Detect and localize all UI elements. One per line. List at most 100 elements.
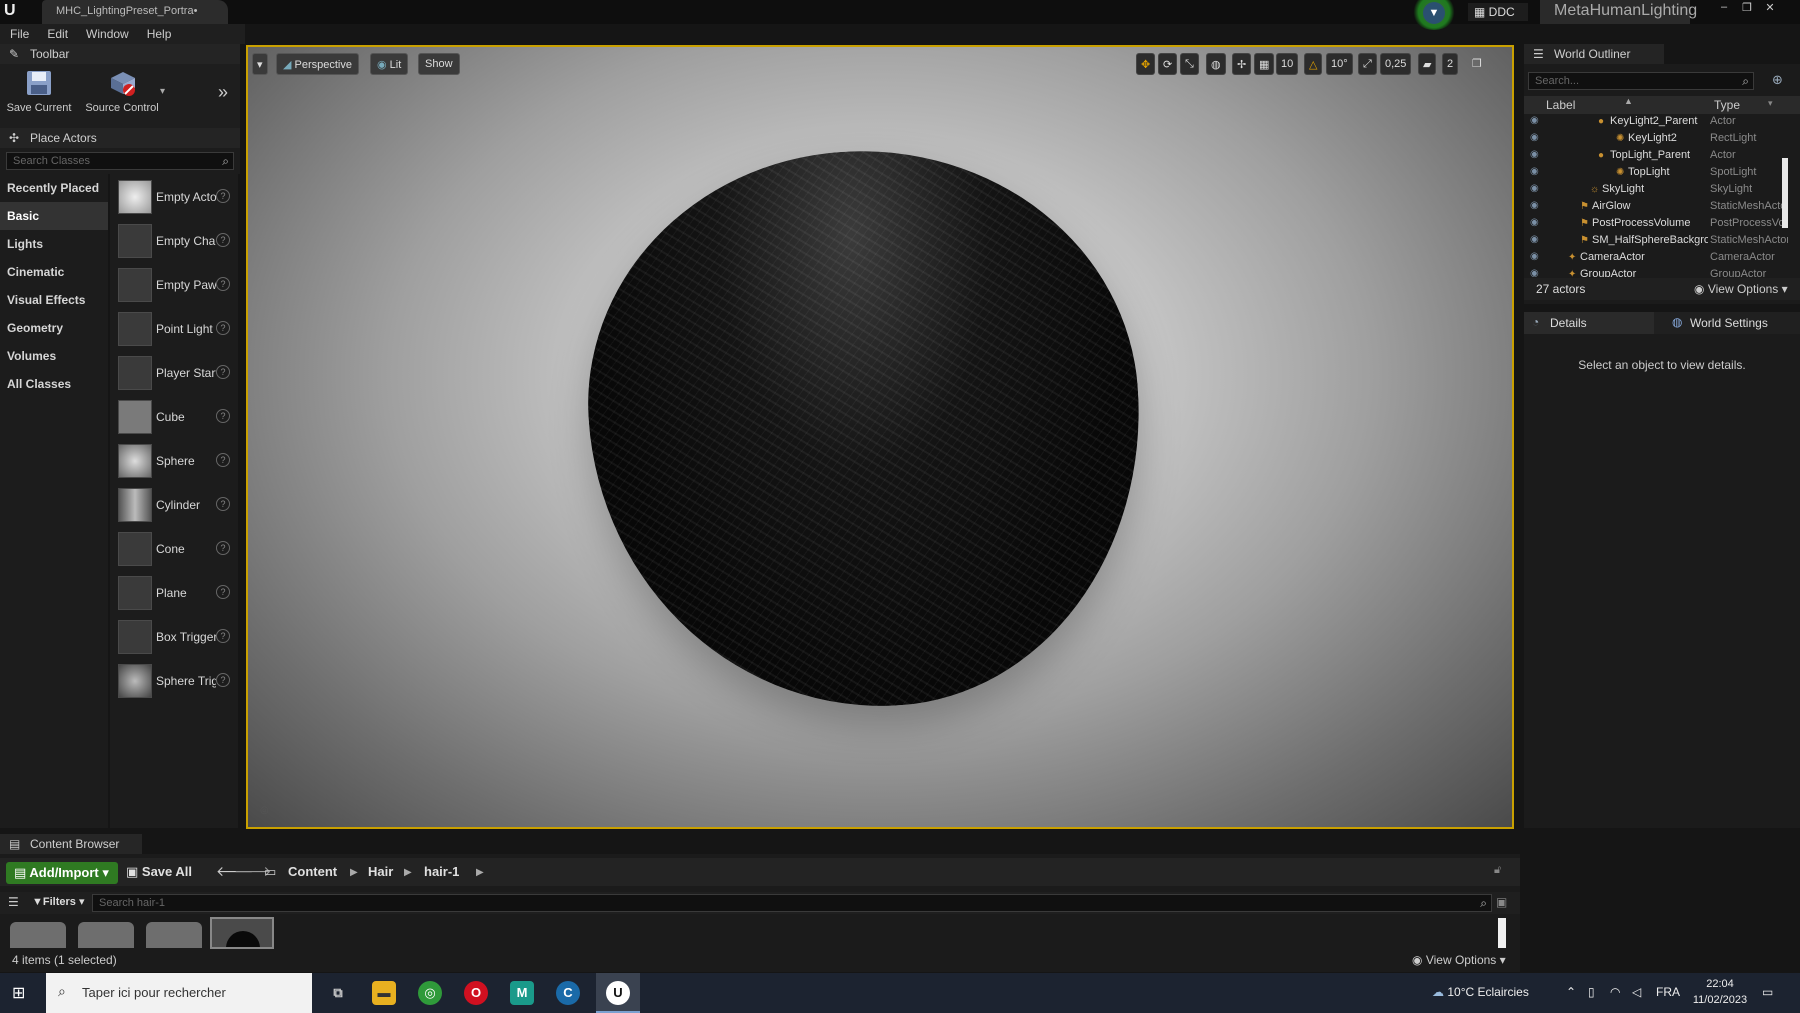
visibility-eye-icon[interactable]: ◉	[1530, 115, 1539, 126]
visibility-eye-icon[interactable]: ◉	[1530, 217, 1539, 228]
outliner-row[interactable]: ◉ ✦ CameraActor CameraActor	[1524, 250, 1794, 267]
scale-mode-icon[interactable]: ⤡	[1180, 53, 1199, 75]
category-cinematic[interactable]: Cinematic	[0, 258, 108, 286]
unreal-taskbar-active[interactable]: U	[596, 973, 640, 1013]
category-all-classes[interactable]: All Classes	[0, 370, 108, 398]
column-label[interactable]: Label	[1546, 98, 1575, 112]
help-icon[interactable]: ?	[216, 629, 230, 643]
outliner-row[interactable]: ◉ ☼ SkyLight SkyLight	[1524, 182, 1794, 199]
menu-help[interactable]: Help	[137, 24, 180, 41]
actor-item-point-light[interactable]: Point Light?	[110, 308, 238, 352]
tray-overflow-icon[interactable]: ⌃	[1566, 985, 1576, 999]
opera-icon[interactable]: O	[464, 981, 488, 1005]
outliner-row[interactable]: ◉ ✦ GroupActor GroupActor	[1524, 267, 1794, 277]
world-outliner-tab[interactable]: ☰ World Outliner	[1524, 44, 1664, 64]
visibility-eye-icon[interactable]: ◉	[1530, 268, 1539, 277]
visibility-eye-icon[interactable]: ◉	[1530, 166, 1539, 177]
actor-item-cone[interactable]: Cone?	[110, 528, 238, 572]
column-type[interactable]: Type	[1714, 98, 1740, 112]
help-icon[interactable]: ?	[216, 409, 230, 423]
sources-toggle-icon[interactable]: ☰	[8, 895, 19, 909]
tab-world-settings[interactable]: ◍ World Settings	[1664, 312, 1800, 334]
perspective-button[interactable]: ◢ Perspective	[276, 53, 359, 75]
help-icon[interactable]: ?	[216, 233, 230, 247]
outliner-row[interactable]: ◉ ⚑ AirGlow StaticMeshActor	[1524, 199, 1794, 216]
category-visual-effects[interactable]: Visual Effects	[0, 286, 108, 314]
notifications-icon[interactable]: ▭	[1762, 985, 1773, 999]
search-classes-input[interactable]: Search Classes ⌕	[6, 152, 234, 170]
content-browser-tab[interactable]: ▤ Content Browser	[0, 834, 142, 854]
help-icon[interactable]: ?	[216, 497, 230, 511]
visibility-eye-icon[interactable]: ◉	[1530, 183, 1539, 194]
grid-snap-value[interactable]: 10	[1276, 53, 1299, 75]
chrome-icon[interactable]: ◎	[418, 981, 442, 1005]
folder-icon[interactable]	[146, 922, 202, 948]
breadcrumb-content[interactable]: Content	[288, 864, 337, 879]
visibility-eye-icon[interactable]: ◉	[1530, 149, 1539, 160]
visibility-eye-icon[interactable]: ◉	[1530, 200, 1539, 211]
outliner-add-icon[interactable]: ⊕	[1772, 72, 1783, 88]
expand-toolbar-icon[interactable]: »	[218, 82, 228, 103]
wifi-icon[interactable]: ◠	[1610, 985, 1620, 999]
toolbar-panel-tab[interactable]: ✎ Toolbar	[0, 44, 240, 64]
actor-item-cube[interactable]: Cube?	[110, 396, 238, 440]
save-search-icon[interactable]: ▣	[1496, 895, 1507, 909]
rotation-snap-value[interactable]: 10°	[1326, 53, 1353, 75]
visibility-eye-icon[interactable]: ◉	[1530, 251, 1539, 262]
actor-item-sphere[interactable]: Sphere?	[110, 440, 238, 484]
filters-button[interactable]: ▼Filters ▾	[32, 895, 84, 908]
outliner-row[interactable]: ◉ ⚑PostProcessVolume PostProcessVolume	[1524, 216, 1794, 233]
rotate-mode-icon[interactable]: ⟳	[1158, 53, 1178, 75]
camera-speed-icon[interactable]: ▰	[1418, 53, 1437, 75]
actor-item-empty-character[interactable]: Empty Character?	[110, 220, 238, 264]
menu-file[interactable]: File	[0, 24, 37, 41]
outliner-view-options[interactable]: ◉ View Options ▾	[1694, 282, 1788, 296]
category-volumes[interactable]: Volumes	[0, 342, 108, 370]
help-icon[interactable]: ?	[216, 453, 230, 467]
weather-widget[interactable]: ☁ 10°C Eclaircies	[1432, 985, 1529, 999]
help-icon[interactable]: ?	[216, 277, 230, 291]
category-basic[interactable]: Basic	[0, 202, 108, 230]
windows-start-icon[interactable]: ⊞	[12, 983, 25, 1003]
surface-snap-icon[interactable]: ✢	[1232, 53, 1252, 75]
save-current-button[interactable]: Save Current	[6, 68, 72, 114]
help-icon[interactable]: ?	[216, 541, 230, 555]
clock[interactable]: 22:04 11/02/2023	[1690, 976, 1750, 1008]
help-icon[interactable]: ?	[216, 189, 230, 203]
outliner-row[interactable]: ◉ ● KeyLight2_Parent Actor	[1524, 114, 1794, 131]
breadcrumb-hair-1[interactable]: hair-1	[424, 864, 459, 879]
world-local-icon[interactable]: ◍	[1206, 53, 1226, 75]
rotation-snap-icon[interactable]: △	[1304, 53, 1323, 75]
close-button[interactable]: ✕	[1760, 1, 1780, 15]
save-all-button[interactable]: ▣ Save All	[126, 864, 192, 880]
ccleaner-icon[interactable]: C	[556, 981, 580, 1005]
outliner-row[interactable]: ◉ ● TopLight_Parent Actor	[1524, 148, 1794, 165]
folder-icon[interactable]	[10, 922, 66, 948]
file-explorer-icon[interactable]: ▬	[372, 981, 396, 1005]
menu-window[interactable]: Window	[76, 24, 137, 41]
help-icon[interactable]: ?	[216, 365, 230, 379]
help-icon[interactable]: ?	[216, 673, 230, 687]
column-dropdown-icon[interactable]: ▾	[1768, 98, 1773, 109]
folder-tree-icon[interactable]: ▭	[264, 864, 276, 880]
visibility-eye-icon[interactable]: ◉	[1530, 234, 1539, 245]
taskbar-search-input[interactable]: ⌕ Taper ici pour rechercher	[46, 973, 312, 1013]
category-recently-placed[interactable]: Recently Placed	[0, 174, 108, 202]
speaker-icon[interactable]: ◁	[1632, 985, 1641, 999]
scale-snap-value[interactable]: 0,25	[1380, 53, 1412, 75]
tab-details[interactable]: ◔ Details	[1524, 312, 1654, 334]
scale-snap-icon[interactable]: ⤢	[1358, 53, 1377, 75]
category-geometry[interactable]: Geometry	[0, 314, 108, 342]
selected-hair-asset[interactable]	[210, 917, 274, 949]
help-icon[interactable]: ?	[216, 321, 230, 335]
source-control-dropdown-icon[interactable]: ▾	[160, 86, 165, 97]
level-viewport[interactable]: ▾ ◢ Perspective ◉ Lit Show ✥ ⟳ ⤡ ◍ ✢ ▦ 1…	[246, 45, 1514, 829]
lock-icon[interactable]: 🔓︎	[1494, 864, 1501, 877]
translate-mode-icon[interactable]: ✥	[1136, 53, 1156, 75]
outliner-row[interactable]: ◉ ⚑SM_HalfSphereBackgroundStaticMeshActor	[1524, 233, 1794, 250]
outliner-search-input[interactable]: Search... ⌕	[1528, 72, 1754, 90]
task-view-icon[interactable]: ⧉	[326, 981, 350, 1005]
grid-snap-icon[interactable]: ▦	[1254, 53, 1275, 75]
viewport-options-dropdown[interactable]: ▾	[252, 53, 268, 75]
actor-item-plane[interactable]: Plane?	[110, 572, 238, 616]
